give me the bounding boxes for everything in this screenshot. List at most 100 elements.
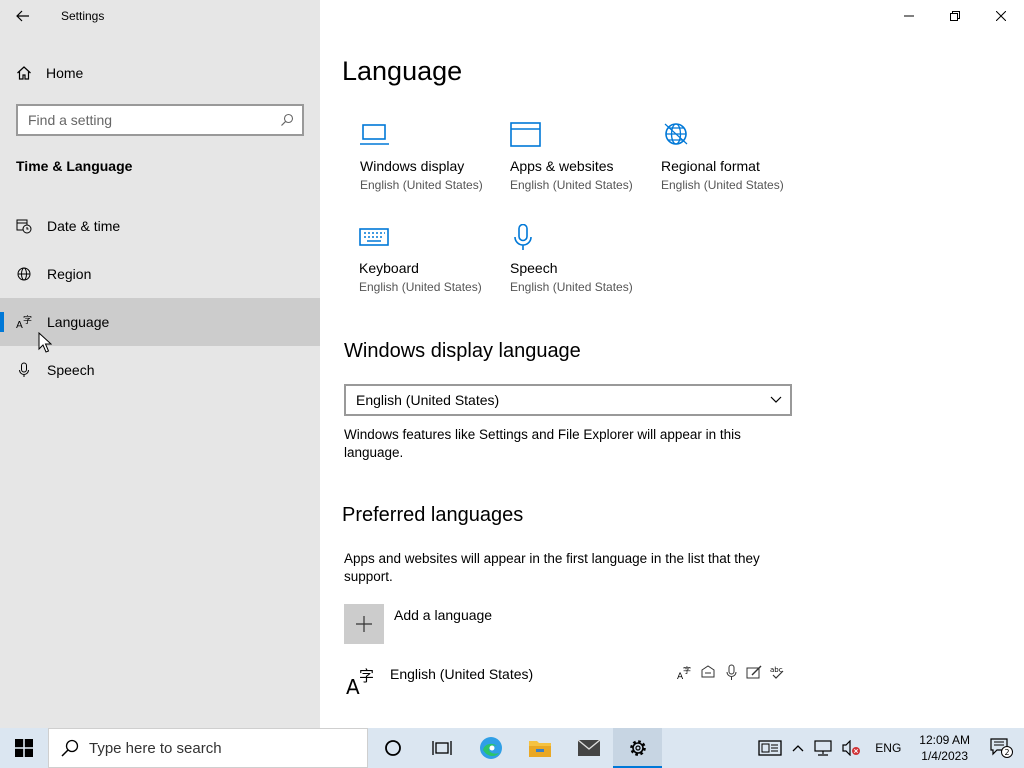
input-language-indicator[interactable]: ENG <box>867 728 909 768</box>
taskbar-apps <box>368 728 662 768</box>
svg-text:A: A <box>346 675 360 696</box>
microphone-feature-icon <box>726 664 737 680</box>
svg-text:字: 字 <box>683 665 691 675</box>
add-language-label: Add a language <box>394 607 493 623</box>
search-icon <box>61 739 79 757</box>
preferred-languages-description: Apps and websites will appear in the fir… <box>344 551 760 584</box>
microphone-icon <box>514 224 532 250</box>
language-list-item[interactable]: A字 English (United States) A字 abc <box>346 662 786 702</box>
clock[interactable]: 12:09 AM 1/4/2023 <box>909 732 980 764</box>
tile-sub: English (United States) <box>510 280 633 294</box>
find-setting-input[interactable]: Find a setting <box>16 104 304 136</box>
tile-windows-display[interactable]: Windows display English (United States) <box>360 122 510 192</box>
sidebar-item-label: Language <box>47 314 110 330</box>
sidebar-item-date-time[interactable]: Date & time <box>0 202 320 250</box>
windows-logo-icon <box>15 739 33 757</box>
notification-icon: 2 <box>990 738 1013 758</box>
volume-button[interactable] <box>837 728 867 768</box>
text-to-speech-feature-icon <box>701 665 715 678</box>
news-icon <box>758 740 782 756</box>
add-language-button[interactable]: Add a language <box>344 604 492 644</box>
tile-regional-format[interactable]: Regional format English (United States) <box>661 122 811 192</box>
sidebar-item-label: Speech <box>47 362 95 378</box>
file-explorer-icon <box>528 741 551 757</box>
preferred-languages-heading: Preferred languages <box>342 504 524 526</box>
sidebar: Settings Home Find a setting Time & Lang… <box>0 0 320 728</box>
sidebar-item-region[interactable]: Region <box>0 250 320 298</box>
network-button[interactable] <box>809 728 837 768</box>
tile-keyboard[interactable]: Keyboard English (United States) <box>359 224 509 294</box>
chevron-down-icon <box>770 396 782 403</box>
tile-label: Apps & websites <box>510 158 614 174</box>
action-center-button[interactable]: 2 <box>980 728 1024 768</box>
task-view-button[interactable] <box>417 728 466 768</box>
settings-taskbar-button[interactable] <box>613 728 662 768</box>
section-heading: Time & Language <box>16 158 133 174</box>
network-icon <box>814 740 832 756</box>
news-button[interactable] <box>753 728 787 768</box>
tile-sub: English (United States) <box>661 178 784 192</box>
svg-text:A: A <box>16 320 23 330</box>
taskbar-search-box[interactable]: Type here to search <box>48 728 368 768</box>
mail-button[interactable] <box>564 728 613 768</box>
mouse-cursor-icon <box>38 332 52 353</box>
sidebar-item-label: Region <box>47 266 92 282</box>
chevron-up-icon <box>792 745 804 752</box>
system-tray: ENG 12:09 AM 1/4/2023 2 <box>753 728 1024 768</box>
spellcheck-feature-icon: abc <box>770 666 784 679</box>
tile-sub: English (United States) <box>510 178 633 192</box>
clock-date: 1/4/2023 <box>921 749 968 763</box>
language-icon: A字 <box>346 667 374 696</box>
svg-text:字: 字 <box>359 667 374 685</box>
keyboard-icon <box>359 228 389 246</box>
plus-box <box>344 604 384 644</box>
show-hidden-icons-button[interactable] <box>787 728 809 768</box>
calendar-clock-icon <box>16 219 32 234</box>
microphone-icon <box>19 362 29 377</box>
tile-label: Speech <box>510 260 558 276</box>
start-button[interactable] <box>0 728 48 768</box>
sidebar-item-label: Date & time <box>47 218 121 234</box>
task-view-icon <box>431 741 452 755</box>
main-content: Language Windows display English (United… <box>320 0 1024 728</box>
page-title: Language <box>342 56 463 86</box>
mail-icon <box>577 739 600 756</box>
tile-sub: English (United States) <box>360 178 483 192</box>
language-name: English (United States) <box>390 666 534 682</box>
language-icon: A字 <box>16 314 32 330</box>
display-language-feature-icon: A字 <box>677 665 691 681</box>
clock-time: 12:09 AM <box>919 733 970 747</box>
display-language-heading: Windows display language <box>344 340 581 362</box>
taskbar-search-placeholder: Type here to search <box>89 739 222 757</box>
taskbar: Type here to search ENG 12:09 AM 1/4/202… <box>0 728 1024 768</box>
tile-label: Windows display <box>360 158 465 174</box>
back-arrow-icon <box>16 10 29 22</box>
monitor-icon <box>360 124 389 145</box>
edge-button[interactable] <box>466 728 515 768</box>
browser-window-icon <box>510 122 541 147</box>
search-placeholder: Find a setting <box>28 112 113 128</box>
display-language-description: Windows features like Settings and File … <box>344 427 741 460</box>
svg-text:字: 字 <box>23 314 32 326</box>
cortana-button[interactable] <box>368 728 417 768</box>
notification-count: 2 <box>1004 748 1009 757</box>
window-title: Settings <box>61 9 105 23</box>
back-button[interactable] <box>0 0 46 32</box>
globe-icon <box>664 123 688 145</box>
tile-apps-websites[interactable]: Apps & websites English (United States) <box>510 122 660 192</box>
home-label: Home <box>46 65 84 81</box>
search-icon <box>281 113 294 126</box>
settings-icon <box>629 740 646 756</box>
volume-muted-icon <box>842 740 861 756</box>
plus-icon <box>356 616 372 632</box>
home-link[interactable]: Home <box>16 58 83 88</box>
tile-label: Keyboard <box>359 260 419 276</box>
tile-label: Regional format <box>661 158 760 174</box>
home-icon <box>17 66 31 80</box>
tile-speech[interactable]: Speech English (United States) <box>510 224 660 294</box>
handwriting-feature-icon <box>746 665 762 679</box>
tile-sub: English (United States) <box>359 280 482 294</box>
display-language-dropdown[interactable]: English (United States) <box>344 384 792 416</box>
file-explorer-button[interactable] <box>515 728 564 768</box>
language-features: A字 abc <box>677 664 786 681</box>
